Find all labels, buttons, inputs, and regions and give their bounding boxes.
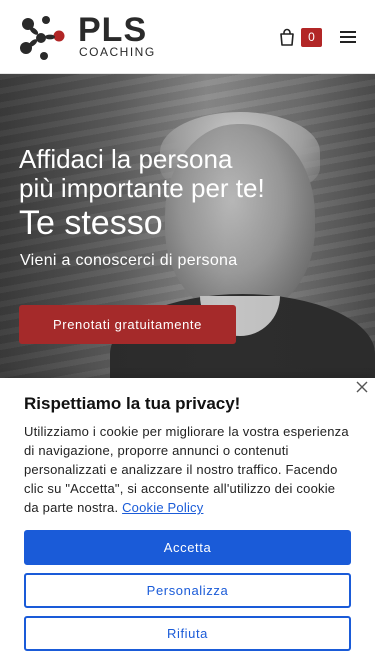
hero-title-line2: più importante per te! — [19, 173, 265, 203]
hero-title: Affidaci la persona più importante per t… — [19, 145, 359, 243]
reject-button[interactable]: Rifiuta — [24, 616, 351, 651]
cookie-policy-link[interactable]: Cookie Policy — [122, 500, 203, 515]
shopping-bag-icon[interactable] — [278, 28, 296, 46]
book-free-button[interactable]: Prenotati gratuitamente — [19, 305, 236, 344]
logo-wordmark: PLS — [78, 11, 148, 49]
close-icon[interactable] — [356, 381, 368, 393]
brand-logo[interactable]: PLS COACHING — [18, 11, 156, 60]
hero-title-line3: Te stesso — [19, 204, 163, 242]
hero-title-line1: Affidaci la persona — [19, 144, 233, 174]
hamburger-menu-icon[interactable] — [340, 31, 356, 43]
cart-count-badge[interactable]: 0 — [301, 28, 322, 47]
logo-tagline: COACHING — [79, 45, 156, 59]
hero-subtitle: Vieni a conoscerci di persona — [20, 252, 238, 269]
cookie-title: Rispettiamo la tua privacy! — [24, 394, 241, 413]
hero-section: Affidaci la persona più importante per t… — [0, 74, 375, 384]
accept-button[interactable]: Accetta — [24, 530, 351, 565]
customize-button[interactable]: Personalizza — [24, 573, 351, 608]
cookie-description: Utilizziamo i cookie per migliorare la v… — [24, 422, 349, 517]
logo-flower-icon — [20, 16, 65, 60]
site-header: PLS COACHING 0 — [0, 0, 375, 74]
